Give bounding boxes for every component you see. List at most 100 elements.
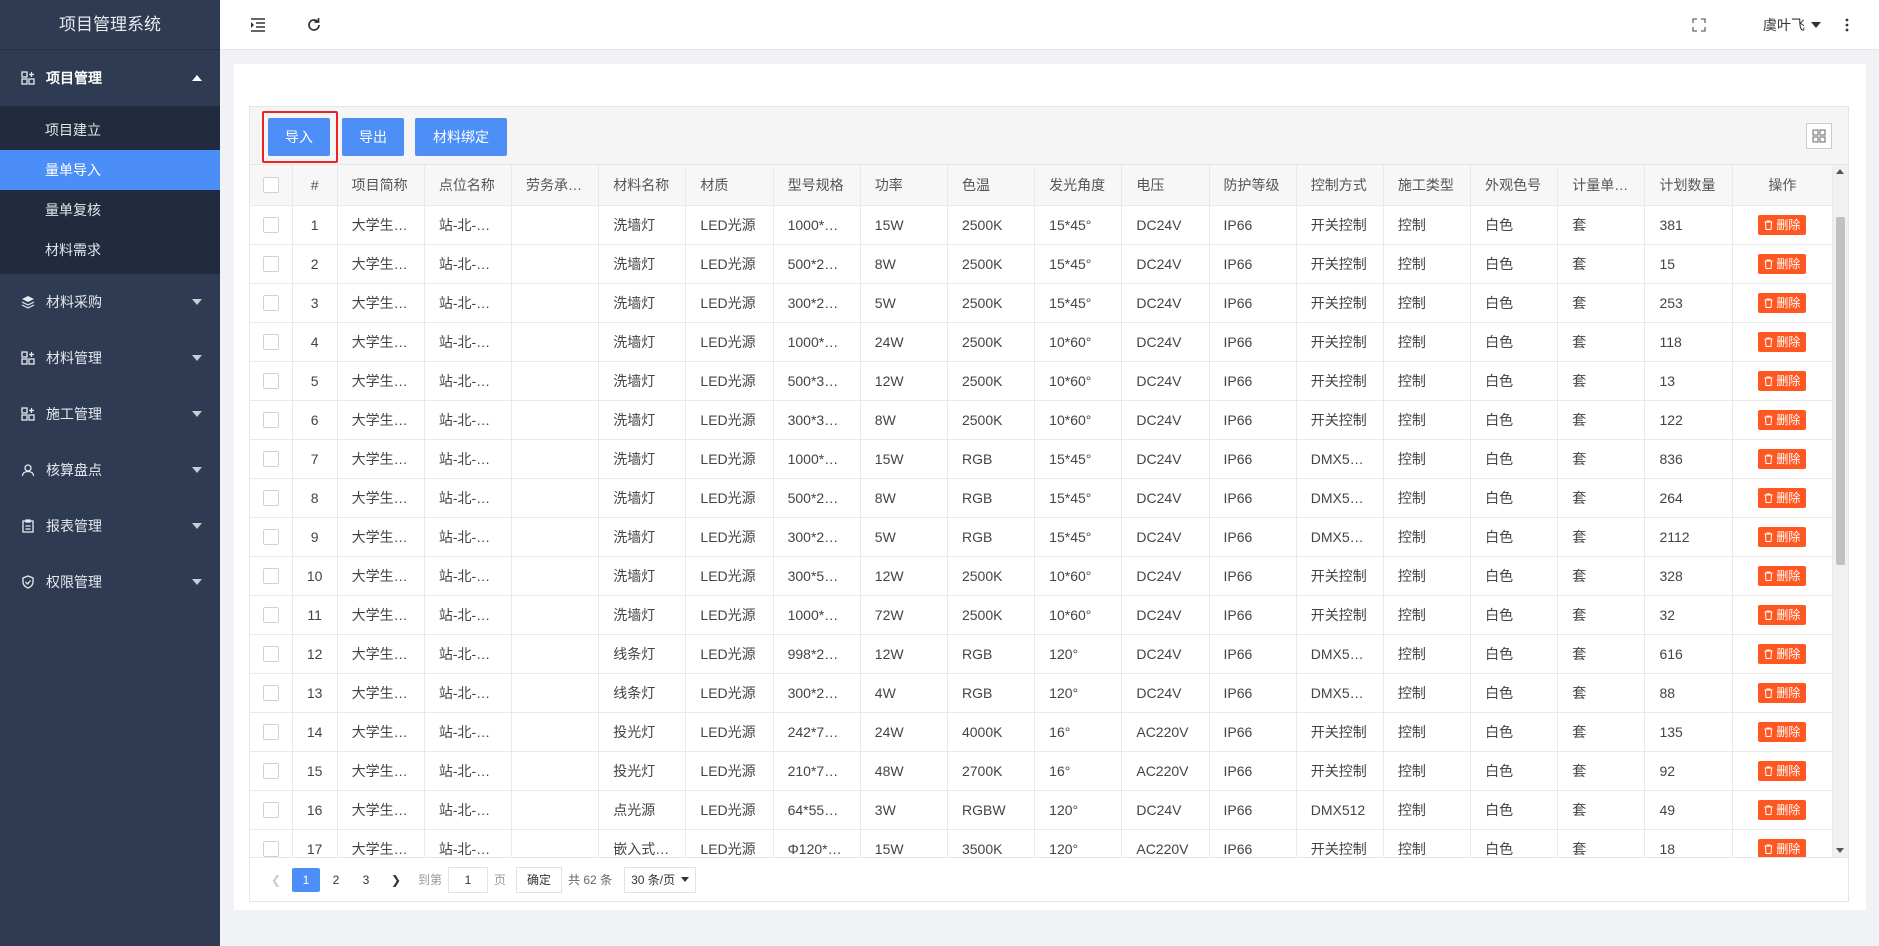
column-header[interactable]: 外观色号 — [1470, 165, 1559, 206]
page-number[interactable]: 3 — [352, 868, 380, 892]
vertical-scrollbar[interactable] — [1833, 165, 1848, 857]
column-header[interactable]: 功率 — [860, 165, 948, 206]
row-checkbox[interactable] — [262, 295, 279, 312]
column-header[interactable]: 点位名称 — [424, 165, 513, 206]
sidebar-group-title[interactable]: 施工管理 — [0, 386, 220, 442]
column-header[interactable]: 发光角度 — [1034, 165, 1123, 206]
sidebar-group-title[interactable]: 报表管理 — [0, 498, 220, 554]
column-header[interactable]: 防护等级 — [1209, 165, 1297, 206]
sidebar-group-title[interactable]: 权限管理 — [0, 554, 220, 610]
column-header[interactable]: 色温 — [947, 165, 1036, 206]
column-header[interactable]: 型号规格 — [773, 165, 861, 206]
sidebar-group-title[interactable]: 核算盘点 — [0, 442, 220, 498]
row-checkbox[interactable] — [262, 373, 279, 390]
export-button[interactable]: 导出 — [342, 118, 404, 156]
column-header[interactable]: 电压 — [1121, 165, 1210, 206]
goto-page-input[interactable] — [448, 866, 489, 893]
column-header[interactable]: # — [292, 165, 338, 206]
menu-collapse-icon[interactable] — [248, 15, 268, 35]
refresh-icon[interactable] — [304, 15, 324, 35]
user-menu[interactable]: 虞叶飞 — [1763, 15, 1821, 35]
table-cell: 站-北-… — [424, 439, 513, 479]
table-row: 16 大学生… 站-北-… 点光源 LED光源 64*55… 3W RGBW 120° DC24V… — [250, 790, 1834, 830]
column-filter-icon[interactable] — [1806, 123, 1832, 149]
row-checkbox[interactable] — [262, 568, 279, 585]
sidebar-group-title[interactable]: 材料采购 — [0, 274, 220, 330]
delete-label: 删除 — [1776, 608, 1801, 622]
page-size-select[interactable]: 30 条/页 — [624, 866, 697, 893]
delete-button[interactable]: 删除 — [1758, 682, 1807, 703]
page-number[interactable]: 1 — [292, 867, 320, 892]
table-cell: 2500K — [947, 205, 1036, 245]
row-checkbox[interactable] — [262, 412, 279, 429]
delete-button[interactable]: 删除 — [1758, 799, 1807, 820]
table-cell — [511, 673, 600, 713]
table-cell: 4000K — [947, 712, 1036, 752]
scroll-down-icon[interactable] — [1836, 848, 1844, 853]
row-checkbox[interactable] — [262, 490, 279, 507]
row-checkbox[interactable] — [262, 256, 279, 273]
column-header[interactable]: 劳务承… — [511, 165, 600, 206]
delete-button[interactable]: 删除 — [1758, 760, 1807, 781]
column-header[interactable]: 材料名称 — [598, 165, 687, 206]
column-header[interactable]: 控制方式 — [1296, 165, 1384, 206]
delete-button[interactable]: 删除 — [1758, 253, 1807, 274]
row-checkbox[interactable] — [262, 334, 279, 351]
delete-button[interactable]: 删除 — [1758, 565, 1807, 586]
fullscreen-icon[interactable] — [1689, 15, 1709, 35]
row-checkbox[interactable] — [262, 217, 279, 234]
row-checkbox[interactable] — [262, 529, 279, 546]
table-cell: 大学生… — [337, 283, 425, 323]
more-vertical-icon[interactable] — [1837, 15, 1857, 35]
column-header[interactable]: 施工类型 — [1383, 165, 1472, 206]
sidebar-group-title[interactable]: 材料管理 — [0, 330, 220, 386]
row-checkbox[interactable] — [262, 451, 279, 468]
row-checkbox[interactable] — [262, 646, 279, 663]
next-page-icon[interactable]: ❯ — [382, 868, 410, 892]
row-checkbox[interactable] — [262, 685, 279, 702]
delete-button[interactable]: 删除 — [1758, 838, 1807, 857]
delete-button[interactable]: 删除 — [1758, 604, 1807, 625]
delete-button[interactable]: 删除 — [1758, 526, 1807, 547]
row-checkbox[interactable] — [262, 841, 279, 857]
row-checkbox[interactable] — [262, 802, 279, 819]
row-checkbox[interactable] — [262, 763, 279, 780]
sidebar-item[interactable]: 量单复核 — [0, 190, 220, 230]
delete-button[interactable]: 删除 — [1758, 292, 1807, 313]
sidebar-item[interactable]: 材料需求 — [0, 230, 220, 270]
goto-confirm-button[interactable]: 确定 — [516, 866, 563, 893]
row-checkbox[interactable] — [262, 724, 279, 741]
sidebar-item[interactable]: 项目建立 — [0, 110, 220, 150]
table-cell: 300*2… — [773, 673, 861, 713]
delete-button[interactable]: 删除 — [1758, 331, 1807, 352]
delete-button[interactable]: 删除 — [1758, 487, 1807, 508]
prev-page-icon[interactable]: ❮ — [262, 868, 290, 892]
table-cell: 洗墙灯 — [598, 400, 687, 440]
sidebar-group: 权限管理 — [0, 554, 220, 610]
sidebar-group: 项目管理 项目建立 量单导入 量单复核 材料需求 — [0, 50, 220, 274]
page-number[interactable]: 2 — [322, 868, 350, 892]
column-header[interactable]: 项目简称 — [337, 165, 425, 206]
delete-button[interactable]: 删除 — [1758, 721, 1807, 742]
delete-button[interactable]: 删除 — [1758, 214, 1807, 235]
scrollbar-thumb[interactable] — [1836, 217, 1845, 565]
scroll-up-icon[interactable] — [1836, 169, 1844, 174]
column-header[interactable]: 操作 — [1732, 165, 1834, 206]
column-header[interactable]: 计划数量 — [1644, 165, 1733, 206]
sidebar-group-title[interactable]: 项目管理 — [0, 50, 220, 106]
row-checkbox[interactable] — [262, 607, 279, 624]
sidebar-item[interactable]: 量单导入 — [0, 150, 220, 190]
delete-button[interactable]: 删除 — [1758, 370, 1807, 391]
table-cell: 白色 — [1470, 790, 1559, 830]
delete-button[interactable]: 删除 — [1758, 409, 1807, 430]
material-bind-button[interactable]: 材料绑定 — [415, 118, 507, 156]
import-button[interactable]: 导入 — [268, 118, 330, 156]
column-header[interactable]: 材质 — [685, 165, 774, 206]
trash-icon — [1764, 571, 1773, 581]
column-header[interactable]: 计量单… — [1557, 165, 1646, 206]
table-cell: 24W — [860, 712, 948, 752]
delete-button[interactable]: 删除 — [1758, 448, 1807, 469]
table-cell — [511, 595, 600, 635]
select-all-checkbox[interactable] — [262, 177, 279, 194]
delete-button[interactable]: 删除 — [1758, 643, 1807, 664]
